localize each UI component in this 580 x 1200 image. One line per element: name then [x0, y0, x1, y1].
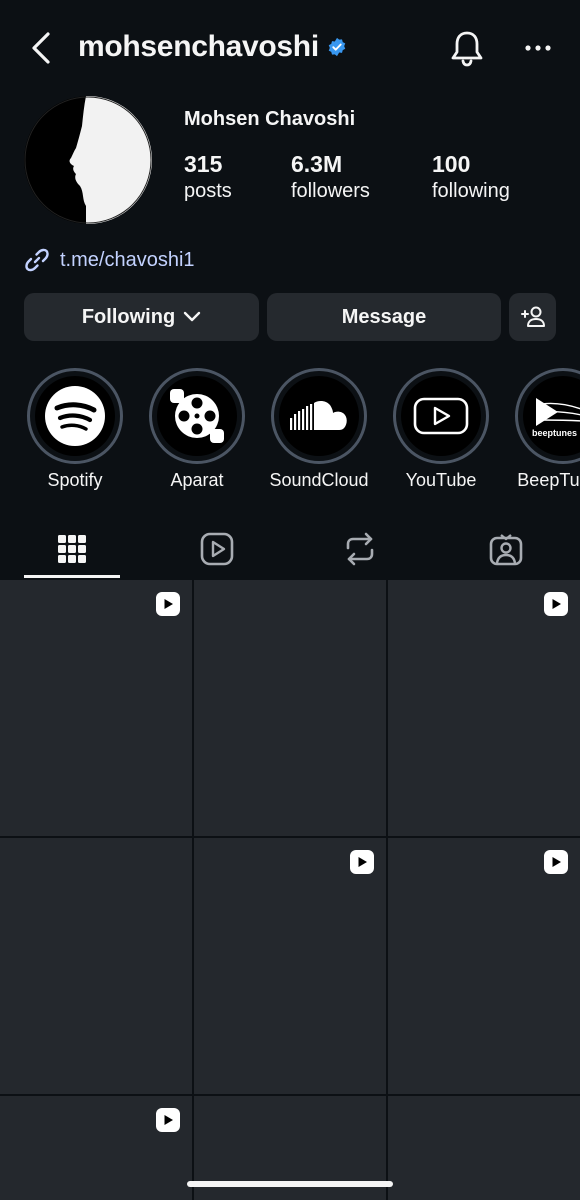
following-button[interactable]: Following [24, 293, 259, 341]
grid-post[interactable] [194, 838, 386, 1094]
tab-posts-grid[interactable] [24, 520, 120, 578]
reel-badge [156, 1108, 180, 1132]
play-icon [552, 857, 561, 867]
highlight-spotify[interactable]: Spotify [20, 368, 130, 491]
grid-post[interactable] [194, 580, 386, 836]
highlight-youtube[interactable]: YouTube [386, 368, 496, 491]
reel-badge [544, 592, 568, 616]
tab-reels[interactable] [169, 520, 265, 578]
highlight-ring [393, 368, 489, 464]
bio-link-text: t.me/chavoshi1 [60, 248, 195, 271]
repost-icon [346, 532, 374, 566]
add-person-icon [520, 306, 545, 327]
profile-avatar[interactable] [24, 96, 152, 224]
grid-post[interactable] [0, 838, 192, 1094]
stat-following-value: 100 [432, 151, 471, 177]
highlight-ring [149, 368, 245, 464]
highlight-label: SoundCloud [269, 470, 369, 490]
active-tab-indicator [24, 575, 120, 578]
back-arrow-icon[interactable] [28, 30, 56, 66]
tab-tagged[interactable] [458, 520, 554, 578]
stat-followers-label: followers [291, 180, 370, 202]
highlight-label: YouTube [405, 470, 477, 490]
highlight-label: Aparat [170, 470, 224, 490]
story-highlights: Spotify Aparat SoundCloud YouTube beeptu… [0, 368, 580, 498]
username-text: mohsenchavoshi [78, 30, 319, 63]
avatar-image [24, 96, 152, 224]
highlight-label: BeepTunes [517, 470, 580, 490]
following-label: Following [81, 305, 176, 328]
grid-post[interactable] [388, 838, 580, 1094]
stat-posts[interactable]: 315 posts [184, 150, 232, 204]
stat-followers-value: 6.3M [291, 151, 343, 177]
highlight-beeptunes[interactable]: beeptunes BeepTunes [508, 368, 580, 491]
highlight-ring [27, 368, 123, 464]
beeptunes-icon: beeptunes [532, 398, 580, 438]
link-icon [25, 248, 49, 272]
youtube-icon [413, 397, 469, 435]
stat-followers[interactable]: 6.3M followers [291, 150, 370, 204]
highlight-ring: beeptunes [515, 368, 580, 464]
highlight-ring [271, 368, 367, 464]
verified-badge-icon [328, 37, 346, 57]
play-icon [358, 857, 367, 867]
profile-header: mohsenchavoshi [0, 0, 580, 100]
stat-posts-value: 315 [184, 151, 223, 177]
message-button[interactable]: Message [267, 293, 501, 341]
spotify-icon [45, 386, 105, 446]
grid-post[interactable] [388, 1096, 580, 1200]
chevron-down-icon [183, 311, 201, 322]
bell-icon[interactable] [449, 28, 485, 68]
aparat-icon [170, 389, 224, 443]
highlight-soundcloud[interactable]: SoundCloud [264, 368, 374, 491]
reels-icon [200, 532, 234, 566]
grid-post[interactable] [0, 1096, 192, 1200]
reel-badge [544, 850, 568, 874]
home-indicator[interactable] [187, 1181, 393, 1187]
bio-link[interactable]: t.me/chavoshi1 [24, 247, 195, 273]
display-name: Mohsen Chavoshi [184, 108, 356, 130]
profile-tabs [0, 520, 580, 580]
stat-following[interactable]: 100 following [432, 150, 510, 204]
username-title: mohsenchavoshi [78, 30, 347, 64]
message-label: Message [341, 305, 427, 328]
grid-post[interactable] [0, 580, 192, 836]
suggest-users-button[interactable] [509, 293, 556, 341]
grid-icon [58, 535, 86, 563]
tab-reposts[interactable] [312, 520, 408, 578]
highlight-aparat[interactable]: Aparat [142, 368, 252, 491]
play-icon [164, 1115, 173, 1125]
stat-following-label: following [432, 180, 510, 202]
stat-posts-label: posts [184, 180, 232, 202]
soundcloud-icon [290, 400, 347, 430]
reel-badge [156, 592, 180, 616]
reel-badge [350, 850, 374, 874]
svg-text:beeptunes: beeptunes [532, 428, 577, 438]
posts-grid [0, 580, 580, 1200]
play-icon [164, 599, 173, 609]
grid-post[interactable] [388, 580, 580, 836]
highlight-label: Spotify [47, 470, 103, 490]
play-icon [552, 599, 561, 609]
tagged-icon [489, 534, 523, 566]
more-icon[interactable] [524, 40, 552, 56]
